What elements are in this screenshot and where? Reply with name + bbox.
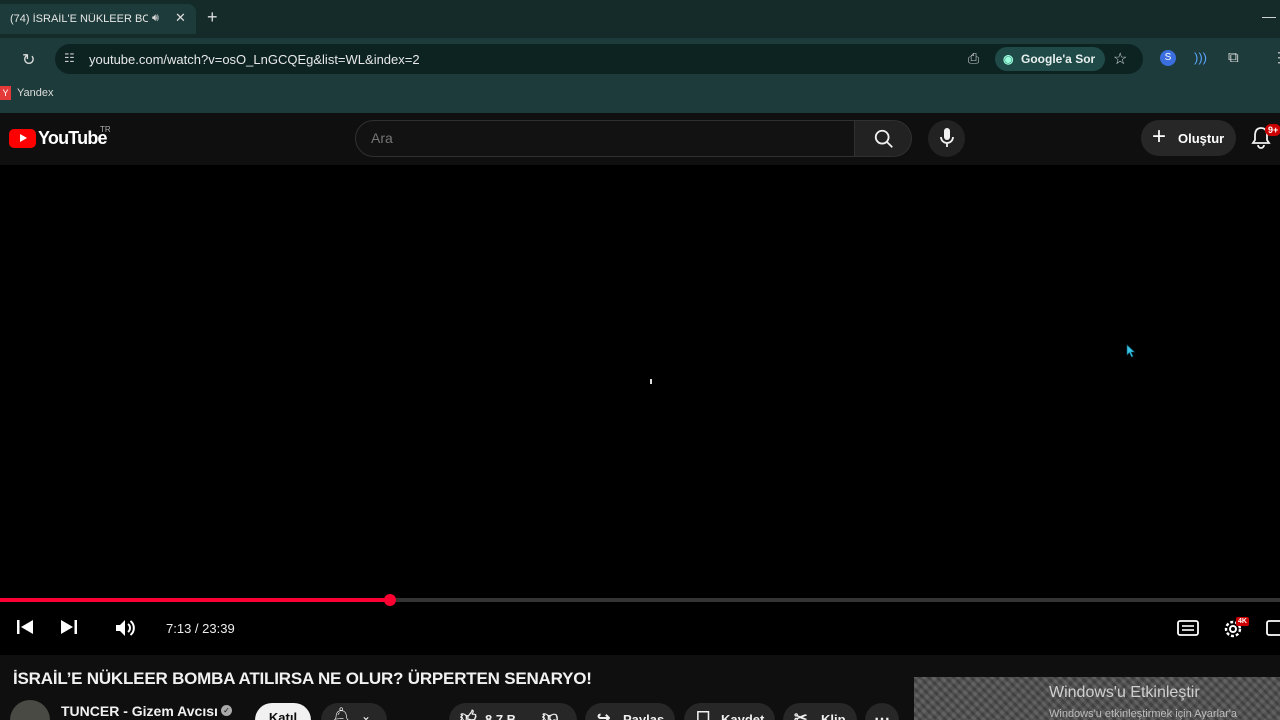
bookmark-star-icon[interactable]: ☆: [1113, 49, 1127, 69]
progress-bar[interactable]: [0, 594, 1280, 606]
extension-shazam-icon[interactable]: S: [1160, 50, 1176, 66]
address-bar[interactable]: ☷ youtube.com/watch?v=osO_LnGCQEg&list=W…: [55, 44, 1143, 74]
dislike-icon[interactable]: 👎︎: [542, 708, 558, 720]
more-actions-button[interactable]: ⋯: [865, 703, 899, 720]
scissors-icon: ✂: [794, 710, 808, 720]
bookmark-yandex[interactable]: Yandex: [17, 87, 54, 99]
activation-subtitle: Windows'u etkinleştirmek için Ayarlar'a: [1049, 708, 1238, 720]
windows-activation-watermark: Windows'u Etkinleştir Windows'u etkinleş…: [914, 677, 1280, 720]
yandex-icon[interactable]: Y: [0, 86, 11, 100]
search-input[interactable]: [371, 130, 831, 146]
time-display: 7:13 / 23:39: [166, 621, 235, 636]
progress-played: [0, 598, 391, 602]
search-box[interactable]: [355, 120, 855, 157]
save-icon: ☐: [696, 710, 711, 720]
save-label: Kaydet: [721, 712, 765, 720]
browser-toolbar: ↻ ☷ youtube.com/watch?v=osO_LnGCQEg&list…: [0, 38, 1280, 80]
progress-scrubber[interactable]: [384, 594, 397, 606]
share-label: Paylaş: [623, 712, 665, 720]
like-icon[interactable]: 👍︎: [460, 708, 477, 720]
create-button[interactable]: + Oluştur: [1141, 120, 1236, 156]
next-icon[interactable]: [59, 617, 79, 637]
channel-name[interactable]: TUNCER - Gizem Avcısı: [61, 703, 218, 719]
subtitles-icon[interactable]: [1177, 620, 1199, 636]
subscribed-button[interactable]: 🔔︎ ⌄: [321, 703, 387, 720]
browser-menu-icon[interactable]: ⋮: [1272, 49, 1280, 66]
verified-icon: ✓: [221, 705, 232, 716]
notification-badge: 9+: [1265, 124, 1280, 136]
plus-icon: +: [1152, 123, 1167, 150]
tab-title: (74) İSRAİL'E NÜKLEER BOMBA ATILIRSA NE …: [10, 13, 148, 25]
activation-title: Windows'u Etkinleştir: [1049, 684, 1200, 701]
close-icon[interactable]: ✕: [175, 10, 186, 26]
browser-tabstrip: (74) İSRAİL'E NÜKLEER BOMBA ATILIRSA NE …: [0, 0, 1280, 38]
youtube-logo-icon[interactable]: [9, 129, 36, 148]
loading-indicator: [650, 379, 652, 384]
miniplayer-icon[interactable]: [1266, 620, 1280, 636]
more-horizontal-icon: ⋯: [874, 711, 890, 720]
mic-icon: [940, 128, 954, 147]
bookmarks-bar: Y Yandex: [0, 80, 1280, 113]
search-button[interactable]: [855, 120, 912, 157]
voice-search-button[interactable]: [928, 120, 965, 157]
search-icon: [874, 129, 893, 148]
save-button[interactable]: ☐ Kaydet: [684, 703, 775, 720]
speaker-icon[interactable]: 🔊︎: [152, 12, 159, 25]
previous-icon[interactable]: [15, 617, 35, 637]
quality-badge: 4K: [1236, 617, 1249, 626]
like-count: 8,7 B: [485, 712, 517, 720]
share-button[interactable]: ↪ Paylaş: [585, 703, 675, 720]
volume-icon[interactable]: [114, 617, 138, 639]
extension-audio-icon[interactable]: ))): [1194, 50, 1207, 65]
join-button[interactable]: Katıl: [255, 703, 311, 720]
clip-button[interactable]: ✂ Klip: [783, 703, 857, 720]
share-icon: ↪: [597, 710, 611, 720]
reload-icon[interactable]: ↻: [22, 50, 35, 70]
ask-google-button[interactable]: ◉ Google'a Sor: [995, 47, 1106, 71]
channel-avatar[interactable]: [10, 700, 50, 720]
browser-tab[interactable]: (74) İSRAİL'E NÜKLEER BOMBA ATILIRSA NE …: [0, 4, 196, 34]
country-code: TR: [100, 125, 111, 134]
url-text[interactable]: youtube.com/watch?v=osO_LnGCQEg&list=WL&…: [89, 52, 420, 67]
youtube-logo-text[interactable]: YouTube: [38, 128, 108, 149]
like-dislike-group[interactable]: 👍︎ 8,7 B 👎︎: [449, 703, 577, 720]
install-app-icon[interactable]: ⎙: [968, 50, 979, 67]
video-player[interactable]: 7:13 / 23:39 4K: [0, 165, 1280, 655]
youtube-masthead: YouTube TR + Oluştur 9+: [0, 113, 1280, 165]
site-info-icon[interactable]: ☷: [64, 51, 75, 65]
ask-google-label: Google'a Sor: [1021, 52, 1096, 66]
clip-label: Klip: [821, 712, 846, 720]
chevron-down-icon: ⌄: [361, 709, 372, 720]
mouse-cursor-icon: [1126, 344, 1136, 358]
new-tab-icon[interactable]: +: [207, 8, 218, 26]
google-lens-icon: ◉: [1003, 52, 1014, 66]
extensions-puzzle-icon[interactable]: ⧉: [1228, 49, 1239, 66]
minimize-icon[interactable]: —: [1262, 8, 1276, 24]
bell-ringing-icon: 🔔︎: [331, 708, 352, 720]
create-label: Oluştur: [1178, 131, 1225, 146]
video-title: İSRAİL’E NÜKLEER BOMBA ATILIRSA NE OLUR?…: [13, 669, 592, 688]
